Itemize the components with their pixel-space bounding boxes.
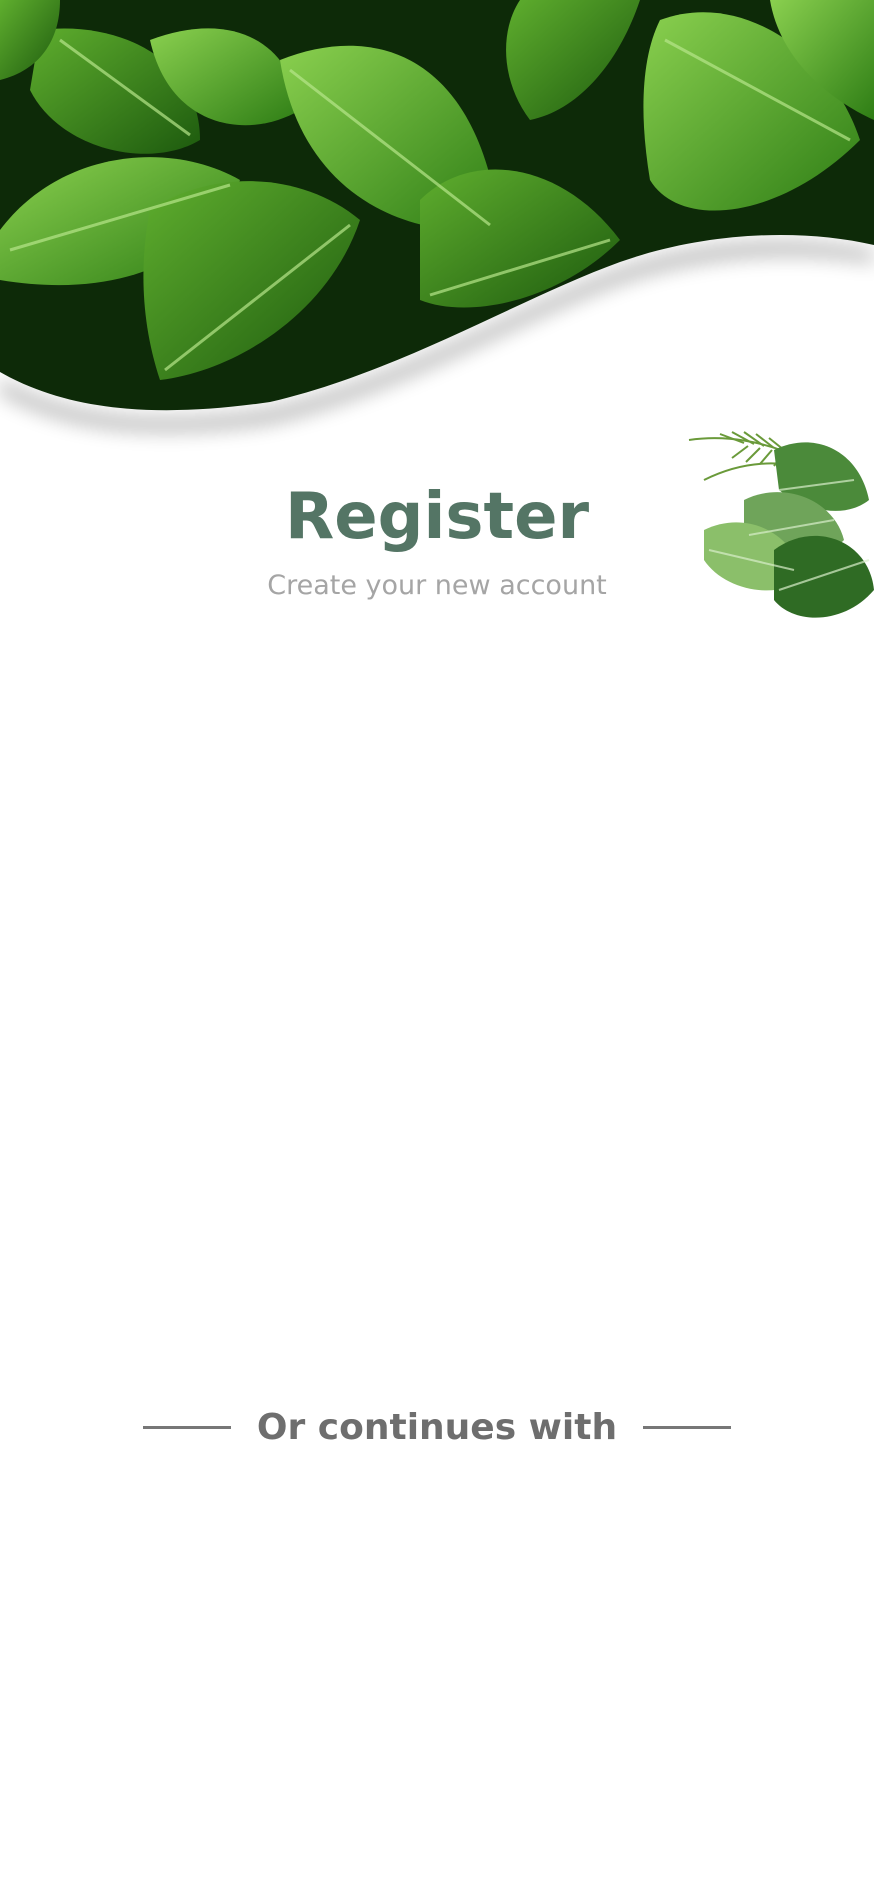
header-leaves-image (0, 0, 874, 431)
divider-line-left (142, 1425, 231, 1429)
page-subtitle: Create your new account (267, 570, 607, 601)
divider-label: Or continues with (256, 1406, 618, 1448)
page-title: Register (284, 480, 590, 554)
divider-line-right (643, 1425, 732, 1429)
social-divider: Or continues with (0, 1402, 874, 1452)
